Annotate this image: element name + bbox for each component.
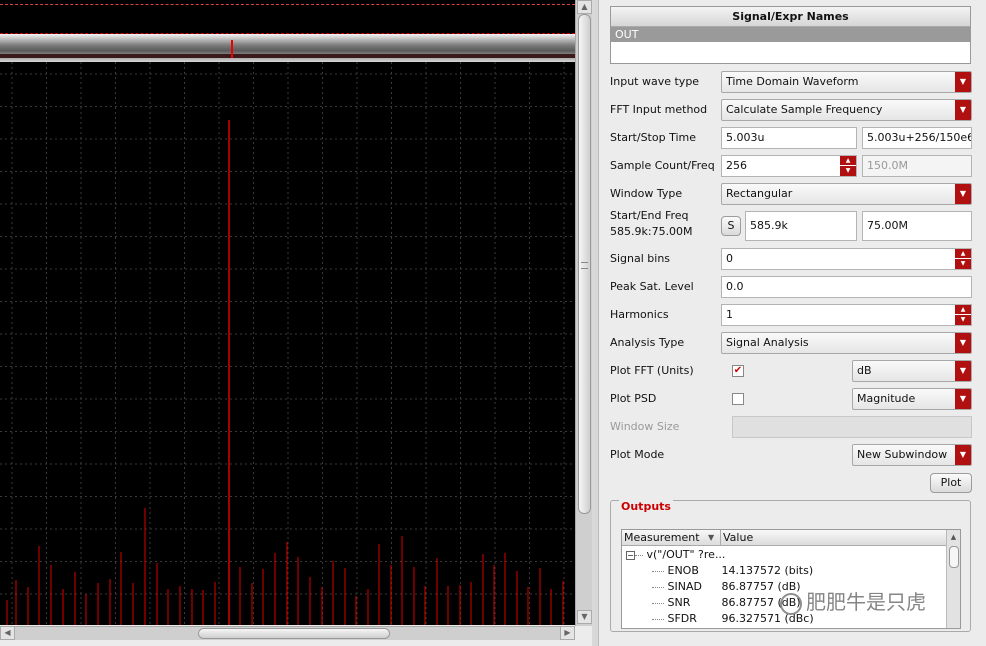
sample-freq-field: 150.0M bbox=[862, 155, 972, 177]
sample-count-value: 256 bbox=[726, 159, 747, 172]
column-header-measurement[interactable]: Measurement bbox=[624, 531, 700, 544]
table-header: Measurement ▼ Value bbox=[622, 530, 960, 546]
plot-fft-label: Plot FFT (Units) bbox=[610, 364, 694, 377]
fft-settings-panel: Signal/Expr Names OUT Input wave type Ti… bbox=[598, 0, 986, 646]
tree-group-row[interactable]: − v("/OUT" ?re... bbox=[626, 547, 725, 563]
start-time-input[interactable]: 5.003u bbox=[721, 127, 857, 149]
start-end-freq-label: Start/End Freq bbox=[610, 209, 689, 222]
fft-input-method-label: FFT Input method bbox=[610, 103, 708, 116]
overview-bar[interactable] bbox=[0, 34, 575, 62]
spin-arrows-icon[interactable]: ▲ ▼ bbox=[955, 305, 971, 325]
group-label: v("/OUT" ?re... bbox=[646, 548, 726, 561]
window-type-select[interactable]: Rectangular ▼ bbox=[721, 183, 972, 205]
measurement-value: 14.137572 (bits) bbox=[721, 564, 814, 577]
dropdown-arrow-icon: ▼ bbox=[955, 333, 971, 353]
plot-mode-select[interactable]: New Subwindow ▼ bbox=[852, 444, 972, 466]
fft-units-value: dB bbox=[857, 364, 872, 377]
column-header-value[interactable]: Value bbox=[723, 531, 753, 544]
signal-bins-label: Signal bins bbox=[610, 252, 671, 265]
fft-spectrum-canvas[interactable] bbox=[0, 62, 575, 625]
table-row[interactable]: SNR 86.87757 (dB) bbox=[652, 595, 801, 611]
table-row[interactable]: SINAD 86.87757 (dB) bbox=[652, 579, 801, 595]
dropdown-arrow-icon: ▼ bbox=[955, 100, 971, 120]
spin-arrows-icon[interactable]: ▲ ▼ bbox=[955, 249, 971, 269]
window-type-value: Rectangular bbox=[726, 187, 793, 200]
horizontal-scroll-thumb[interactable] bbox=[198, 628, 390, 639]
dropdown-arrow-icon: ▼ bbox=[955, 72, 971, 92]
analysis-type-select[interactable]: Signal Analysis ▼ bbox=[721, 332, 972, 354]
sample-count-label: Sample Count/Freq bbox=[610, 159, 715, 172]
measurement-name: SFDR bbox=[667, 612, 697, 625]
watermark-text: 肥肥牛是只虎 bbox=[806, 590, 926, 614]
sample-count-stepper[interactable]: 256 ▲ ▼ bbox=[721, 155, 857, 177]
harmonics-stepper[interactable]: 1 ▲ ▼ bbox=[721, 304, 972, 326]
plot-fft-checkbox[interactable]: ✔ bbox=[732, 365, 744, 377]
table-scroll-thumb[interactable] bbox=[949, 546, 959, 568]
plot-vertical-scrollbar[interactable]: ▲ ▼ bbox=[575, 0, 592, 626]
tree-collapse-icon[interactable]: − bbox=[626, 550, 635, 560]
scroll-right-icon[interactable]: ▶ bbox=[560, 626, 575, 640]
spin-arrows-icon[interactable]: ▲ ▼ bbox=[840, 156, 856, 176]
scroll-up-icon[interactable]: ▲ bbox=[947, 530, 960, 544]
fft-input-method-value: Calculate Sample Frequency bbox=[726, 103, 883, 116]
dropdown-arrow-icon: ▼ bbox=[955, 445, 971, 465]
window-type-label: Window Type bbox=[610, 187, 683, 200]
dropdown-arrow-icon: ▼ bbox=[955, 184, 971, 204]
scroll-up-icon[interactable]: ▲ bbox=[577, 0, 592, 14]
stop-time-input[interactable]: 5.003u+256/150e6 bbox=[862, 127, 972, 149]
signal-bins-stepper[interactable]: 0 ▲ ▼ bbox=[721, 248, 972, 270]
psd-mode-value: Magnitude bbox=[857, 392, 916, 405]
dropdown-arrow-icon: ▼ bbox=[955, 361, 971, 381]
overview-marker[interactable] bbox=[231, 40, 233, 58]
input-wave-type-select[interactable]: Time Domain Waveform ▼ bbox=[721, 71, 972, 93]
fft-units-select[interactable]: dB ▼ bbox=[852, 360, 972, 382]
watermark: 肥肥牛是只虎 bbox=[780, 586, 980, 618]
spectrum-svg bbox=[0, 62, 575, 625]
peak-sat-level-label: Peak Sat. Level bbox=[610, 280, 694, 293]
start-end-freq-sublabel: 585.9k:75.00M bbox=[610, 225, 693, 238]
plot-mode-value: New Subwindow bbox=[857, 448, 948, 461]
outputs-title: Outputs bbox=[619, 500, 673, 513]
start-stop-time-label: Start/Stop Time bbox=[610, 131, 697, 144]
scroll-down-icon[interactable]: ▼ bbox=[577, 610, 592, 624]
plot-button[interactable]: Plot bbox=[930, 473, 972, 493]
window-size-label: Window Size bbox=[610, 420, 680, 433]
input-wave-type-label: Input wave type bbox=[610, 75, 700, 88]
peak-sat-level-input[interactable]: 0.0 bbox=[721, 276, 972, 298]
sort-arrow-icon[interactable]: ▼ bbox=[708, 533, 714, 542]
dropdown-arrow-icon: ▼ bbox=[955, 389, 971, 409]
end-freq-input[interactable]: 75.00M bbox=[862, 211, 972, 241]
plot-psd-checkbox[interactable] bbox=[732, 393, 744, 405]
table-row[interactable]: ENOB 14.137572 (bits) bbox=[652, 563, 813, 579]
signal-list-item[interactable]: OUT bbox=[611, 27, 970, 42]
measurement-name: SNR bbox=[667, 596, 691, 609]
analysis-type-value: Signal Analysis bbox=[726, 336, 809, 349]
plot-psd-label: Plot PSD bbox=[610, 392, 657, 405]
signal-bins-value: 0 bbox=[726, 252, 733, 265]
signal-list: Signal/Expr Names OUT bbox=[610, 6, 971, 64]
harmonics-value: 1 bbox=[726, 308, 733, 321]
harmonics-label: Harmonics bbox=[610, 308, 669, 321]
measurement-name: ENOB bbox=[667, 564, 699, 577]
window-size-input bbox=[732, 416, 972, 438]
measurement-name: SINAD bbox=[667, 580, 702, 593]
signal-list-header: Signal/Expr Names bbox=[611, 7, 970, 27]
plot-horizontal-scrollbar[interactable]: ◀ ▶ bbox=[0, 626, 575, 640]
plot-mode-label: Plot Mode bbox=[610, 448, 665, 461]
overview-rail bbox=[0, 54, 575, 58]
start-freq-input[interactable]: 585.9k bbox=[745, 211, 857, 241]
scroll-left-icon[interactable]: ◀ bbox=[0, 626, 15, 640]
strip-chart bbox=[0, 0, 575, 34]
s-button[interactable]: S bbox=[721, 216, 741, 236]
input-wave-type-value: Time Domain Waveform bbox=[726, 75, 859, 88]
fft-input-method-select[interactable]: Calculate Sample Frequency ▼ bbox=[721, 99, 972, 121]
wechat-logo-icon bbox=[780, 592, 802, 615]
waveform-plot-pane: ▲ ▼ ◀ ▶ bbox=[0, 0, 592, 646]
analysis-type-label: Analysis Type bbox=[610, 336, 685, 349]
psd-mode-select[interactable]: Magnitude ▼ bbox=[852, 388, 972, 410]
